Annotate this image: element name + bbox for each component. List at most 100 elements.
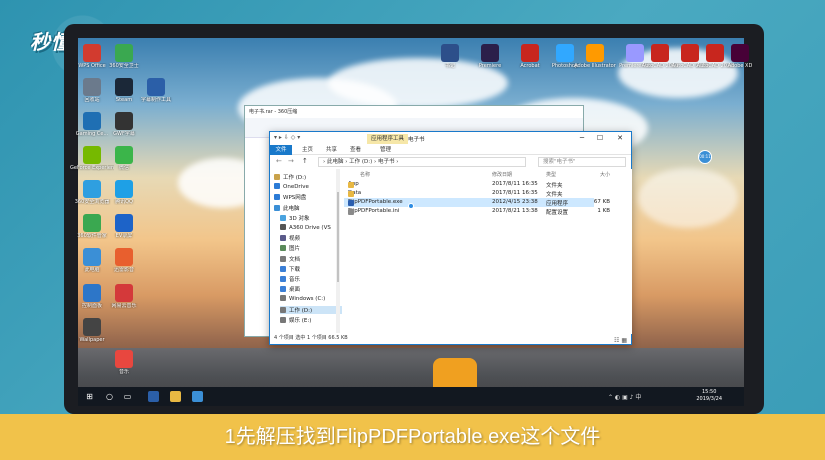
navigation-pane: 工作 (D:) OneDrive WPS网盘此电脑 3D 对象 A360 Drive (… (270, 169, 342, 334)
nav-item[interactable]: 视频 (280, 234, 300, 242)
column-header-type[interactable]: 类型 (546, 171, 556, 178)
address-row: ← → ↑ › 此电脑 › 工作 (D:) › 电子书 › 搜索"电子书" (270, 156, 631, 168)
desktop-icon[interactable]: 书记 (428, 44, 472, 69)
desktop-app-icon (586, 44, 604, 62)
desktop-icon[interactable]: 字幕制作工具 (134, 78, 178, 103)
taskbar-app-icon[interactable] (148, 391, 159, 402)
desktop-app-icon (115, 44, 133, 62)
nav-item[interactable]: 娱乐 (E:) (280, 316, 311, 324)
nav-item-label: 文档 (289, 256, 301, 263)
nav-item[interactable]: 音乐 (280, 275, 300, 283)
desktop-app-icon (83, 112, 101, 130)
desktop-app-icon (115, 180, 133, 198)
floating-timer-badge[interactable]: 00:11 (698, 150, 712, 164)
desktop-icon-label: 微信 (118, 165, 129, 171)
nav-item-icon (280, 224, 286, 230)
desktop-icon[interactable]: EV录屏 (102, 214, 146, 239)
tab-home[interactable]: 主页 (302, 145, 313, 155)
nav-item[interactable]: 下载 (280, 265, 300, 273)
tab-manage[interactable]: 管理 (380, 145, 391, 155)
window-title: 电子书 (408, 137, 425, 143)
nav-item-label: 图片 (289, 246, 301, 253)
search-icon[interactable]: ○ (104, 391, 115, 402)
desktop-icon[interactable]: 音乐 (102, 350, 146, 375)
file-row[interactable]: FlipPDFPortable.ini 2017/8/21 13:38 配置设置 1 … (344, 207, 610, 216)
desktop-icon[interactable]: Premiere (468, 44, 512, 69)
nav-item[interactable]: 文档 (280, 255, 300, 263)
column-header-name[interactable]: 名称 (360, 171, 370, 178)
address-bar[interactable]: › 此电脑 › 工作 (D:) › 电子书 › (318, 157, 526, 167)
file-row[interactable]: FlipPDFPortable.exe 2012/4/15 23:38 应用程序 67… (344, 198, 610, 207)
desktop-icon-label: Adobe Illustrator (574, 63, 616, 69)
desktop-icon-label: 网易云音乐 (111, 303, 137, 309)
desktop-icon-label: 腾讯QQ (115, 199, 133, 205)
desktop-icon[interactable]: Adobe XD (718, 44, 762, 69)
tab-view[interactable]: 查看 (350, 145, 361, 155)
desktop-app-icon (481, 44, 499, 62)
nav-item[interactable]: Windows (C:) (280, 295, 325, 302)
file-row[interactable]: Data 2017/8/11 16:35 文件夹 (344, 189, 594, 198)
nav-item[interactable]: 工作 (D:) (274, 173, 306, 181)
nav-item[interactable]: 图片 (280, 244, 300, 252)
back-arrow-icon[interactable]: ← (276, 157, 282, 165)
search-input[interactable]: 搜索"电子书" (538, 157, 626, 167)
nav-item[interactable]: 工作 (D:) (280, 305, 342, 314)
nav-item[interactable]: 3D 对象 (280, 214, 309, 222)
clock[interactable]: 15:50 2019/3/24 (696, 389, 722, 403)
nav-item[interactable]: A360 Drive (VS (280, 224, 331, 231)
column-header-size[interactable]: 大小 (600, 171, 610, 178)
desktop-icon[interactable]: Adobe Illustrator (573, 44, 617, 69)
quick-access-toolbar[interactable]: ▾ ▸ ⇩ ◇ ▾ (274, 134, 300, 141)
nav-item-icon (280, 295, 286, 302)
desktop-app-icon (115, 146, 133, 164)
nav-scrollbar-thumb[interactable] (337, 192, 339, 282)
tab-share[interactable]: 共享 (326, 145, 337, 155)
view-toggle-icons[interactable]: ☷ ▦ (614, 335, 627, 346)
taskbar: ⊞ ○ ▭ ⌃ ◐ ▣ ♪ 中 15:50 2019/3/24 (78, 387, 744, 406)
desktop-icon-label: 字幕制作工具 (140, 97, 171, 103)
nav-item[interactable]: 此电脑 (274, 204, 300, 212)
nav-item-label: 娱乐 (E:) (289, 317, 312, 324)
context-tab-app-tools[interactable]: 应用程序工具 (367, 134, 409, 144)
start-button[interactable]: ⊞ (84, 391, 95, 402)
desktop-icon[interactable]: 腾讯QQ (102, 180, 146, 205)
desktop-icon[interactable]: 网易云音乐 (102, 284, 146, 309)
file-explorer-window[interactable]: ▾ ▸ ⇩ ◇ ▾ 应用程序工具 电子书 ─ ☐ ✕ 文件 主页 共享 查看 管… (269, 131, 632, 345)
desktop-icon[interactable]: GWF字幕 (102, 112, 146, 137)
maximize-button[interactable]: ☐ (592, 133, 608, 143)
desktop-icon-label: 书记 (444, 63, 455, 69)
task-view-icon[interactable]: ▭ (122, 391, 133, 402)
up-arrow-icon[interactable]: ↑ (302, 157, 308, 165)
nav-item[interactable]: 桌面 (280, 285, 300, 293)
nav-item-label: Windows (C:) (289, 296, 326, 303)
desktop-app-icon (115, 112, 133, 130)
taskbar-explorer-icon[interactable] (170, 391, 181, 402)
minimize-button[interactable]: ─ (574, 133, 590, 143)
file-name: FlipPDFPortable.exe (348, 199, 403, 205)
close-button[interactable]: ✕ (612, 133, 628, 143)
column-header-date[interactable]: 修改日期 (492, 171, 512, 178)
desktop-icon-label: 音乐 (118, 369, 129, 375)
ribbon-tabs: 文件 主页 共享 查看 管理 (270, 145, 631, 155)
clock-date: 2019/3/24 (696, 396, 722, 402)
nav-item-label: 视频 (289, 236, 301, 243)
desktop-app-icon (83, 248, 101, 266)
nav-item-icon (274, 183, 280, 190)
system-tray-icons[interactable]: ⌃ ◐ ▣ ♪ 中 (608, 392, 641, 401)
desktop-icon[interactable]: Wallpaper (70, 318, 114, 343)
taskbar-app2-icon[interactable] (192, 391, 203, 402)
file-list: 名称 修改日期 类型 大小 App2017/8/11 16:35文件夹Data2… (342, 169, 632, 334)
nav-item-icon (280, 214, 286, 221)
file-row[interactable]: App2017/8/11 16:35文件夹 (344, 180, 594, 189)
desktop-icon[interactable]: 360安全卫士 (102, 44, 146, 69)
tab-file[interactable]: 文件 (270, 145, 292, 155)
nav-item[interactable]: OneDrive (274, 183, 309, 190)
nav-item-icon (280, 306, 286, 313)
nav-item-icon (280, 316, 286, 323)
archive-window-title: 电子书.rar - 360压缩 (245, 106, 583, 118)
desktop-icon[interactable]: 微信 (102, 146, 146, 171)
desktop-app-icon (115, 78, 133, 96)
forward-arrow-icon[interactable]: → (288, 157, 294, 165)
nav-item[interactable]: WPS网盘 (274, 193, 306, 201)
desktop-icon[interactable]: 迅雷影音 (102, 248, 146, 273)
